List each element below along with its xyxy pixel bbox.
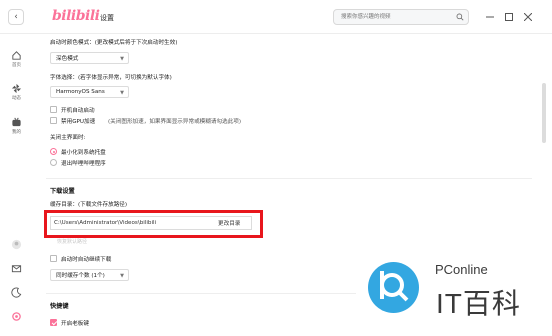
- close-minimize-radio[interactable]: [50, 148, 57, 155]
- maximize-button[interactable]: [503, 11, 515, 23]
- chevron-left-icon: ‹: [14, 12, 18, 22]
- scrollbar[interactable]: [536, 35, 552, 336]
- font-label: 字体选择：(若字体显示异常，可切换为默认字体): [50, 75, 172, 81]
- avatar[interactable]: [0, 239, 33, 250]
- close-behavior-label: 关闭主界面时:: [50, 135, 86, 141]
- highlight-box: [44, 210, 263, 238]
- autostart-label[interactable]: 开机自动启动: [61, 106, 95, 114]
- messages-button[interactable]: [0, 263, 33, 274]
- search-icon[interactable]: [456, 13, 464, 21]
- concurrent-value: 同时缓存个数 (1个): [56, 273, 105, 279]
- chevron-down-icon: ▼: [120, 56, 124, 62]
- chevron-down-icon: ▼: [120, 90, 124, 96]
- startup-color-value: 深色模式: [56, 56, 79, 62]
- close-minimize-label[interactable]: 最小化到系统托盘: [61, 148, 106, 156]
- gpu-note: (关闭图形加速，如果界面显示异常或模糊请勾选此项): [108, 119, 242, 125]
- font-select[interactable]: HarmonyOS Sans ▼: [50, 86, 129, 98]
- maximize-icon: [505, 13, 513, 21]
- page-title: 设置: [100, 14, 114, 22]
- bilibili-logo[interactable]: bilibili: [52, 8, 100, 24]
- scrollbar-thumb[interactable]: [542, 83, 546, 143]
- minimize-icon: [486, 16, 494, 18]
- divider: [46, 293, 356, 294]
- startup-color-label: 启动时颜色模式：(更改模式后将于下次启动时生效): [50, 40, 178, 46]
- watermark-cn: IT百科: [436, 288, 521, 319]
- close-button[interactable]: [522, 11, 534, 23]
- download-section-title: 下载设置: [50, 188, 75, 195]
- boss-key-label[interactable]: 开启老板键: [61, 319, 89, 327]
- boss-key-checkbox[interactable]: [50, 319, 57, 326]
- auto-continue-checkbox[interactable]: [50, 255, 57, 262]
- autostart-checkbox[interactable]: [50, 106, 57, 113]
- settings-button[interactable]: [0, 311, 33, 322]
- cache-dir-label: 缓存目录：(下载文件存放路径): [50, 202, 128, 208]
- close-icon: [524, 13, 532, 21]
- tv-icon: [12, 117, 21, 127]
- search-input[interactable]: [334, 10, 452, 24]
- startup-color-select[interactable]: 深色模式 ▼: [50, 52, 129, 64]
- mail-icon: [11, 265, 22, 273]
- restore-default-button[interactable]: 恢复默认路径: [57, 238, 87, 245]
- title-bar: ‹ bilibili 设置: [0, 0, 552, 34]
- watermark-en: PConline: [435, 262, 488, 277]
- sidebar: 首页 动态 我的: [0, 35, 33, 336]
- close-exit-label[interactable]: 退出哔哩哔哩程序: [61, 159, 106, 167]
- sidebar-item-label: 我的: [12, 130, 21, 135]
- sidebar-item-dynamic[interactable]: 动态: [0, 83, 33, 101]
- pinwheel-icon: [11, 83, 22, 94]
- gpu-label[interactable]: 禁用GPU加速: [61, 117, 95, 125]
- theme-button[interactable]: [0, 287, 33, 298]
- divider: [46, 178, 532, 179]
- gpu-checkbox[interactable]: [50, 117, 57, 124]
- font-value: HarmonyOS Sans: [56, 89, 105, 95]
- chevron-down-icon: ▼: [120, 273, 124, 279]
- pconline-logo: [368, 262, 419, 313]
- settings-icon: [12, 312, 21, 321]
- sidebar-item-label: 首页: [12, 63, 21, 68]
- sidebar-item-mine[interactable]: 我的: [0, 117, 33, 135]
- sidebar-item-label: 动态: [12, 96, 21, 101]
- avatar-icon: [11, 239, 22, 250]
- moon-icon: [11, 287, 22, 298]
- magnifier-icon: [380, 271, 409, 302]
- minimize-button[interactable]: [484, 11, 496, 23]
- shortcuts-section-title: 快捷键: [50, 303, 69, 310]
- close-exit-radio[interactable]: [50, 159, 57, 166]
- home-icon: [12, 51, 21, 60]
- search-box[interactable]: [333, 9, 469, 25]
- auto-continue-label[interactable]: 启动时自动继续下载: [61, 255, 111, 263]
- concurrent-select[interactable]: 同时缓存个数 (1个) ▼: [50, 269, 129, 281]
- back-button[interactable]: ‹: [8, 9, 24, 25]
- sidebar-item-home[interactable]: 首页: [0, 50, 33, 68]
